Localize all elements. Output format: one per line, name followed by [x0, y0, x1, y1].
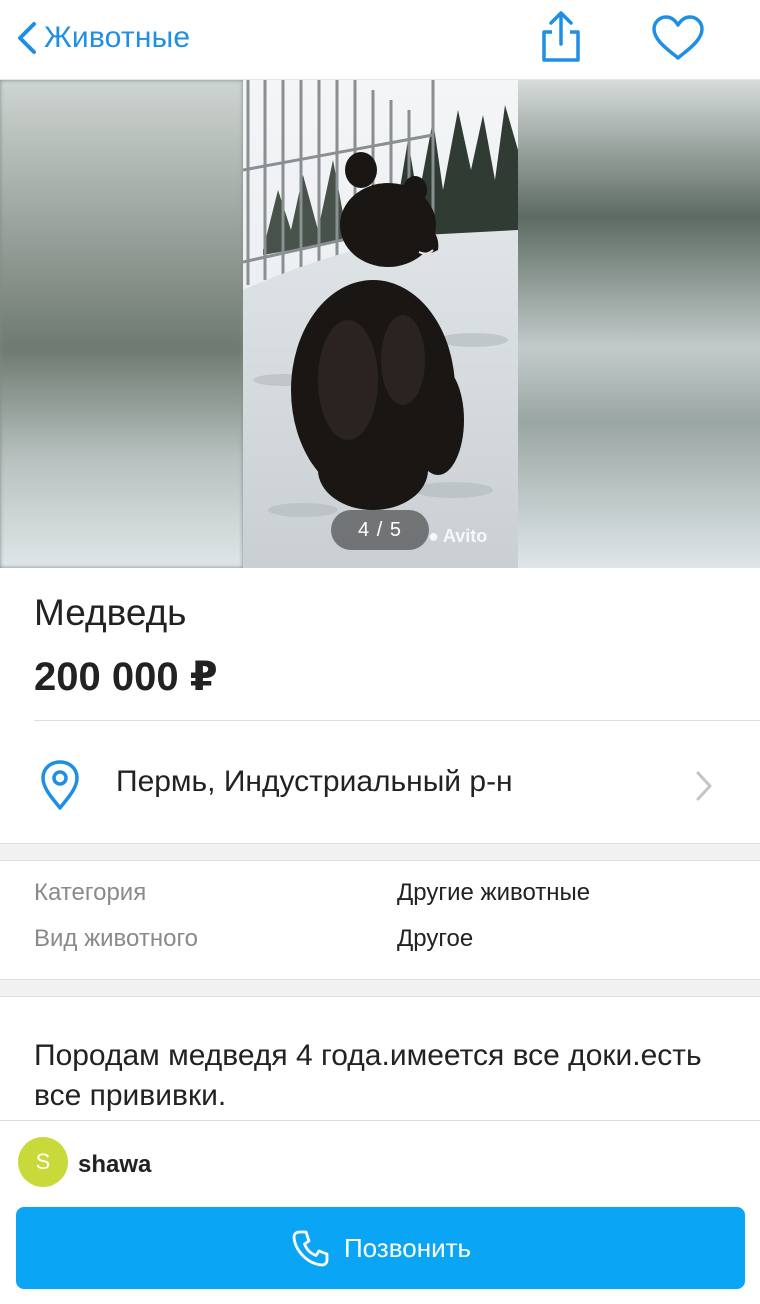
chevron-left-icon: [18, 22, 36, 54]
back-label: Животные: [44, 21, 191, 54]
back-button[interactable]: Животные: [16, 14, 190, 62]
heart-icon[interactable]: [650, 14, 706, 62]
call-button-label: Позвонить: [343, 1232, 472, 1263]
params-section: Категория Другие животные Вид животного …: [0, 861, 760, 979]
location-pin-icon: [41, 760, 79, 810]
param-key: Вид животного: [34, 925, 199, 952]
listing-price: 200 000 ₽: [34, 655, 218, 699]
blurred-background-right: [518, 80, 760, 568]
param-row: Вид животного Другое: [0, 925, 760, 965]
listing-title: Медведь: [34, 592, 187, 633]
watermark-text: Avito: [442, 526, 488, 546]
seller-name[interactable]: shawa: [78, 1151, 151, 1179]
seller-bar: S shawa Позвонить: [0, 1120, 760, 1304]
param-value: Другое: [397, 925, 474, 952]
listing-photo[interactable]: [243, 80, 518, 568]
top-bar: Животные: [0, 0, 760, 80]
blurred-background-left: [0, 80, 243, 568]
listing-description: Породам медведя 4 года.имеется все доки.…: [34, 1039, 702, 1112]
avito-logo-icon: ●: [428, 526, 439, 546]
bear-photo-illustration: [243, 80, 518, 568]
chevron-right-icon: [696, 771, 712, 801]
param-value: Другие животные: [397, 879, 591, 906]
location-text: Пермь, Индустриальный р-н: [116, 765, 513, 798]
photo-gallery[interactable]: 4 / 5 ● Avito: [0, 80, 760, 568]
photo-counter: 4 / 5: [331, 510, 429, 550]
section-separator: [0, 843, 760, 861]
phone-icon: [292, 1230, 329, 1267]
avito-watermark: ● Avito: [428, 526, 487, 547]
param-key: Категория: [34, 879, 147, 906]
location-row[interactable]: Пермь, Индустриальный р-н: [0, 721, 760, 843]
param-row: Категория Другие животные: [0, 879, 760, 919]
call-button[interactable]: Позвонить: [16, 1207, 745, 1289]
share-icon[interactable]: [536, 10, 586, 64]
section-separator: [0, 979, 760, 997]
avatar[interactable]: S: [18, 1137, 68, 1187]
